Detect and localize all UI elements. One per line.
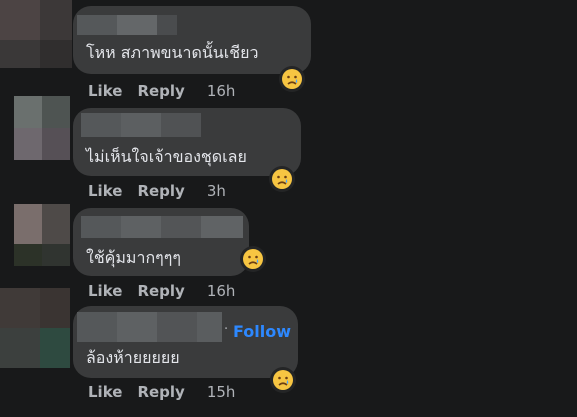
comment-actions: Like Reply 3h [88,182,226,200]
avatar[interactable] [14,96,70,160]
blurred-author-name[interactable] [81,216,243,238]
sad-icon[interactable] [269,166,295,192]
sad-icon[interactable] [240,246,266,272]
comment-actions: Like Reply 15h [88,383,235,401]
comment-text: ล้องห้ายยยยย [86,348,180,367]
comment-timestamp[interactable]: 16h [207,82,236,100]
comment-actions: Like Reply 16h [88,282,235,300]
avatar[interactable] [0,288,70,368]
blurred-author-name[interactable] [77,15,177,35]
sad-icon[interactable] [270,367,296,393]
comment-timestamp[interactable]: 16h [207,282,236,300]
comment-text: โหห สภาพขนาดนั้นเชียว [86,43,259,62]
comment-text: ใช้คุ้มมากๆๆๆ [86,248,181,267]
follow-separator: · [224,322,229,337]
avatar[interactable] [14,204,70,266]
comment-text: ไม่เห็นใจเจ้าของชุดเลย [86,147,247,166]
avatar[interactable] [0,0,72,68]
reply-button[interactable]: Reply [137,282,184,300]
like-button[interactable]: Like [88,182,122,200]
sad-icon[interactable] [279,66,305,92]
reply-button[interactable]: Reply [137,182,184,200]
reply-button[interactable]: Reply [137,82,184,100]
comment-bubble: โหห สภาพขนาดนั้นเชียว [73,6,311,74]
like-button[interactable]: Like [88,82,122,100]
reply-button[interactable]: Reply [137,383,184,401]
comment-bubble: ใช้คุ้มมากๆๆๆ [73,208,249,276]
follow-button[interactable]: Follow [233,322,291,341]
like-button[interactable]: Like [88,383,122,401]
comment-actions: Like Reply 16h [88,82,235,100]
comment-bubble: · Follow ล้องห้ายยยยย [73,306,298,378]
blurred-author-name[interactable] [81,113,201,137]
comment-timestamp[interactable]: 15h [207,383,236,401]
comment-bubble: ไม่เห็นใจเจ้าของชุดเลย [73,108,301,176]
blurred-author-name[interactable] [77,312,222,342]
comment-timestamp[interactable]: 3h [207,182,226,200]
like-button[interactable]: Like [88,282,122,300]
